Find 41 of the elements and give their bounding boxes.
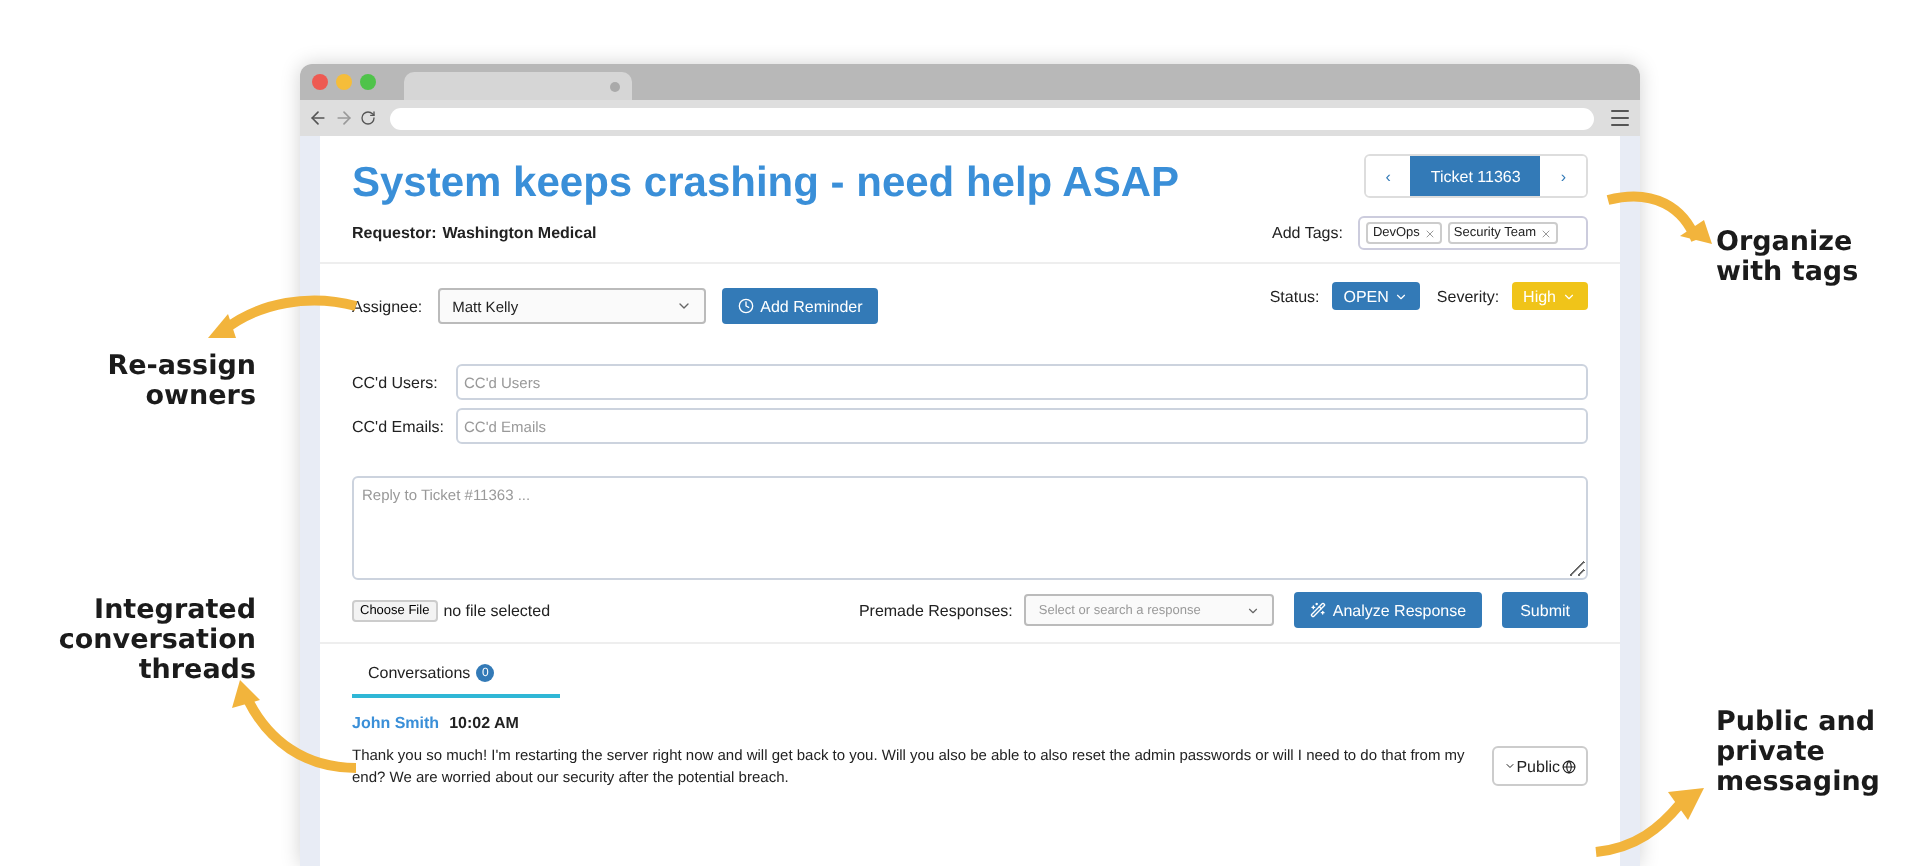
globe-icon (1562, 759, 1576, 773)
address-field[interactable] (390, 107, 1594, 129)
callout-text: Re-assign owners (105, 352, 256, 412)
tags-label: Add Tags: (1272, 224, 1343, 242)
browser-tab[interactable] (404, 72, 632, 100)
badge-label: Severity: (1436, 287, 1500, 305)
visibility-button[interactable]: Public (1492, 746, 1588, 786)
message-time: 10:02 AM (449, 714, 519, 732)
wand-icon (1310, 602, 1327, 618)
cc-label: CC'd Emails: (352, 415, 446, 437)
assignee-label: Assignee: (352, 297, 423, 315)
close-dot-icon[interactable] (312, 74, 328, 90)
menu-icon[interactable] (1608, 106, 1632, 130)
dropdown-button[interactable]: OPEN (1331, 282, 1421, 310)
ticket-number-button[interactable]: Ticket 11363 (1410, 156, 1541, 196)
maximize-dot-icon[interactable] (360, 74, 376, 90)
requestor-label: Requestor: (352, 224, 437, 242)
author-name[interactable]: John Smith (352, 714, 440, 732)
reload-icon[interactable] (360, 110, 376, 126)
caret-icon (676, 298, 693, 314)
ticket-title: System keeps crashing - need help ASAP (352, 160, 1180, 208)
callout-text: Organize with tags (1716, 228, 1861, 288)
clock-icon (738, 298, 755, 314)
analyze-response-button[interactable]: Analyze Response (1294, 592, 1483, 628)
callout-text: Public and private messaging (1716, 708, 1876, 798)
cc-label: CC'd Users: (352, 371, 440, 393)
callout-text: Integrated conversation threads (56, 596, 256, 686)
back-icon[interactable] (308, 108, 328, 128)
requestor-name: Washington Medical (442, 224, 597, 242)
remove-icon[interactable] (1540, 227, 1552, 239)
add-reminder-button[interactable]: Add Reminder (722, 288, 879, 324)
caret-icon (1246, 603, 1261, 617)
badge-label: Status: (1269, 287, 1320, 305)
file-status: no file selected (443, 601, 551, 619)
premade-label: Premade Responses: (858, 601, 1013, 619)
caret-icon (1504, 760, 1517, 772)
remove-icon[interactable] (1423, 227, 1436, 239)
minimize-dot-icon[interactable] (336, 74, 352, 90)
caret-icon (1562, 289, 1576, 303)
caret-icon (1394, 289, 1409, 303)
submit-button[interactable]: Submit (1502, 592, 1588, 628)
